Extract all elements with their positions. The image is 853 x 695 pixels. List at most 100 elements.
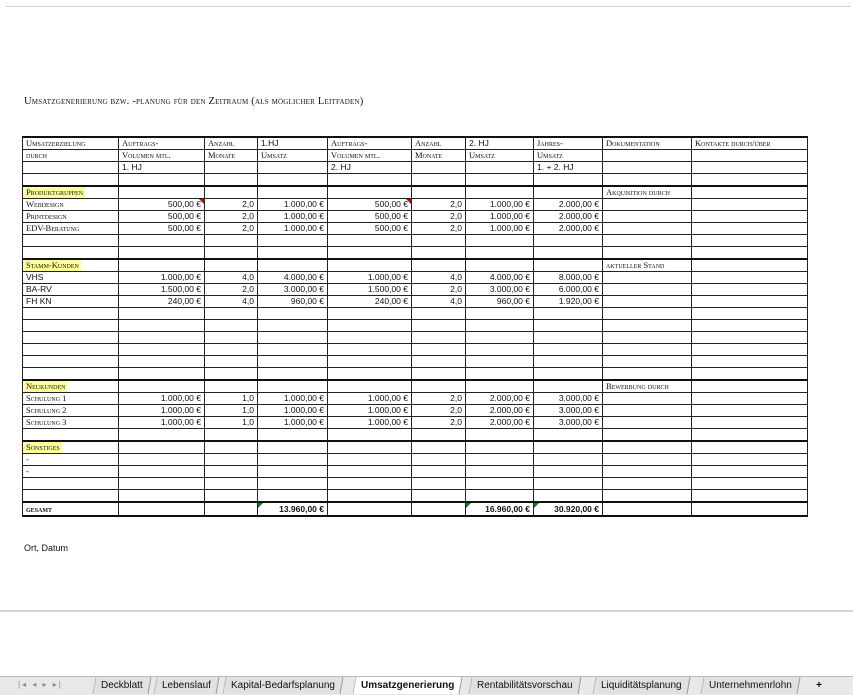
- row-label[interactable]: VHS: [22, 271, 119, 284]
- row-label[interactable]: Printdesign: [22, 210, 119, 223]
- cell[interactable]: 2,0: [411, 416, 466, 429]
- cell[interactable]: 1.000,00 €: [465, 210, 534, 223]
- cell[interactable]: 500,00 €: [118, 198, 205, 211]
- header-cell[interactable]: Umsatz: [533, 149, 603, 162]
- total-label[interactable]: gesamt: [22, 501, 119, 517]
- section-label[interactable]: Sonstiges: [22, 440, 119, 454]
- tab-scroll-arrows-icon[interactable]: |◂ ◂ ▸ ▸|: [18, 680, 63, 689]
- cell[interactable]: 1.000,00 €: [118, 416, 205, 429]
- cell[interactable]: 1,0: [204, 392, 258, 405]
- cell[interactable]: 3.000,00 €: [533, 404, 603, 417]
- cell[interactable]: 500,00 €: [327, 210, 412, 223]
- cell[interactable]: 2,0: [411, 222, 466, 235]
- cell[interactable]: 500,00 €: [327, 222, 412, 235]
- header-cell[interactable]: Volumen mtl.: [118, 149, 205, 162]
- cell[interactable]: 1.000,00 €: [257, 392, 328, 405]
- row-label[interactable]: Schulung 3: [22, 416, 119, 429]
- cell[interactable]: 1.000,00 €: [118, 271, 205, 284]
- total-year[interactable]: 30.920,00 €: [533, 501, 603, 517]
- tab-umsatzgenerierung[interactable]: Umsatzgenerierung: [352, 677, 463, 694]
- header-cell[interactable]: [691, 149, 808, 162]
- tab-deckblatt[interactable]: Deckblatt: [92, 677, 152, 694]
- header-cell[interactable]: [602, 161, 692, 174]
- total-hj2[interactable]: 16.960,00 €: [465, 501, 534, 517]
- cell[interactable]: 2.000,00 €: [533, 222, 603, 235]
- header-cell[interactable]: Umsatz: [465, 149, 534, 162]
- cell[interactable]: 2,0: [204, 198, 258, 211]
- tab-unternehmenrlohn[interactable]: Unternehmenrlohn: [700, 677, 801, 694]
- cell[interactable]: 1.000,00 €: [257, 222, 328, 235]
- cell[interactable]: 1.500,00 €: [118, 283, 205, 296]
- header-cell[interactable]: Anzahl: [204, 136, 258, 150]
- add-sheet-button[interactable]: +: [812, 677, 826, 694]
- header-cell[interactable]: [411, 161, 466, 174]
- doc-cell[interactable]: Akquisition durch: [602, 185, 692, 199]
- cell[interactable]: 1.000,00 €: [327, 404, 412, 417]
- cell[interactable]: 1.000,00 €: [465, 198, 534, 211]
- header-cell[interactable]: 1.HJ: [257, 136, 328, 150]
- header-cell[interactable]: 1. + 2. HJ: [533, 161, 603, 174]
- header-cell[interactable]: Auftrags-: [327, 136, 412, 150]
- cell[interactable]: 2,0: [411, 392, 466, 405]
- cell[interactable]: 240,00 €: [327, 295, 412, 308]
- cell[interactable]: 3.000,00 €: [533, 416, 603, 429]
- cell[interactable]: 500,00 €: [327, 198, 412, 211]
- cell[interactable]: 4,0: [204, 271, 258, 284]
- cell[interactable]: 1.000,00 €: [257, 416, 328, 429]
- header-cell[interactable]: [204, 161, 258, 174]
- cell[interactable]: 2,0: [411, 198, 466, 211]
- tab-lebenslauf[interactable]: Lebenslauf: [153, 677, 220, 694]
- row-label[interactable]: Schulung 1: [22, 392, 119, 405]
- header-cell[interactable]: [602, 149, 692, 162]
- cell[interactable]: 4.000,00 €: [465, 271, 534, 284]
- header-cell[interactable]: 2. HJ: [465, 136, 534, 150]
- cell[interactable]: 2,0: [204, 210, 258, 223]
- cell[interactable]: 8.000,00 €: [533, 271, 603, 284]
- cell[interactable]: 2.000,00 €: [465, 392, 534, 405]
- cell[interactable]: 2.000,00 €: [465, 416, 534, 429]
- cell[interactable]: 960,00 €: [257, 295, 328, 308]
- header-cell[interactable]: Jahres-: [533, 136, 603, 150]
- tab-liquiditaetsplanung[interactable]: Liquiditätsplanung: [592, 677, 691, 694]
- cell[interactable]: 1,0: [204, 404, 258, 417]
- header-cell[interactable]: durch: [22, 149, 119, 162]
- row-label[interactable]: BA-RV: [22, 283, 119, 296]
- doc-cell[interactable]: Bewerbung durch: [602, 379, 692, 393]
- cell[interactable]: 2,0: [411, 210, 466, 223]
- header-cell[interactable]: Volumen mtl.: [327, 149, 412, 162]
- cell[interactable]: 960,00 €: [465, 295, 534, 308]
- tab-rentabilitaetsvorschau[interactable]: Rentabilitätsvorschau: [468, 677, 582, 694]
- header-cell[interactable]: Umsatz: [257, 149, 328, 162]
- header-cell[interactable]: 1. HJ: [118, 161, 205, 174]
- cell[interactable]: 2,0: [204, 222, 258, 235]
- cell[interactable]: 3.000,00 €: [257, 283, 328, 296]
- cell[interactable]: 4,0: [204, 295, 258, 308]
- cell[interactable]: 1.000,00 €: [465, 222, 534, 235]
- row-label[interactable]: EDV-Beratung: [22, 222, 119, 235]
- cell[interactable]: 3.000,00 €: [533, 392, 603, 405]
- section-label[interactable]: Stamm-Kunden: [22, 258, 119, 272]
- section-label[interactable]: Neukunden: [22, 379, 119, 393]
- header-cell[interactable]: Umsatzerzielung: [22, 136, 119, 150]
- cell[interactable]: 3.000,00 €: [465, 283, 534, 296]
- header-cell[interactable]: Kontakte durch/über: [691, 136, 808, 150]
- cell[interactable]: 2.000,00 €: [533, 210, 603, 223]
- cell[interactable]: 2,0: [411, 404, 466, 417]
- cell[interactable]: 2.000,00 €: [465, 404, 534, 417]
- cell[interactable]: 2,0: [204, 283, 258, 296]
- header-cell[interactable]: [691, 161, 808, 174]
- header-cell[interactable]: [257, 161, 328, 174]
- cell[interactable]: 1.000,00 €: [257, 210, 328, 223]
- cell[interactable]: 1.920,00 €: [533, 295, 603, 308]
- cell[interactable]: 240,00 €: [118, 295, 205, 308]
- cell[interactable]: 1.000,00 €: [327, 271, 412, 284]
- header-cell[interactable]: [22, 161, 119, 174]
- header-cell[interactable]: Auftrags-: [118, 136, 205, 150]
- row-label[interactable]: FH KN: [22, 295, 119, 308]
- section-label[interactable]: Produktgruppen: [22, 185, 119, 199]
- header-cell[interactable]: Dokumentation: [602, 136, 692, 150]
- cell[interactable]: 1.500,00 €: [327, 283, 412, 296]
- row-label[interactable]: -: [22, 453, 119, 466]
- cell[interactable]: 1.000,00 €: [327, 392, 412, 405]
- cell[interactable]: 1.000,00 €: [257, 198, 328, 211]
